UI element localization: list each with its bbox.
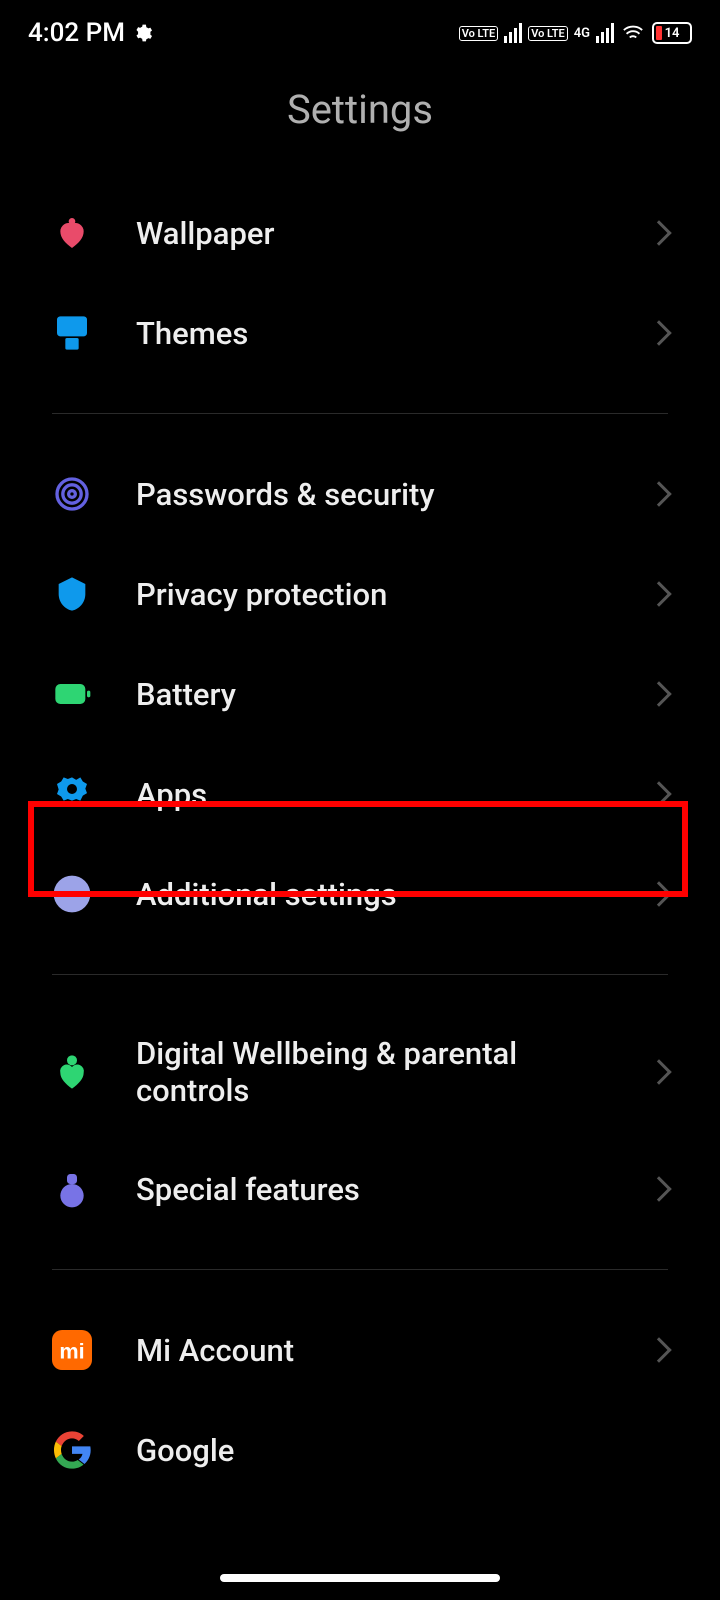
section-divider (52, 974, 668, 975)
settings-gear-icon (133, 23, 153, 43)
signal-bars-icon (504, 23, 522, 43)
settings-item-label: Additional settings (136, 876, 606, 913)
settings-item-additional[interactable]: Additional settings (52, 844, 668, 944)
settings-item-label: Battery (136, 676, 606, 713)
mi-logo-icon: mi (52, 1330, 92, 1370)
home-indicator[interactable] (220, 1574, 500, 1582)
wallpaper-icon (52, 213, 92, 253)
status-time: 4:02 PM (28, 18, 125, 48)
settings-item-label: Themes (136, 315, 606, 352)
chevron-right-icon (646, 320, 671, 345)
chevron-right-icon (646, 681, 671, 706)
settings-item-label: Passwords & security (136, 476, 606, 513)
status-bar: 4:02 PM Vo LTE Vo LTE 4G 14 (0, 0, 720, 56)
settings-item-label: Privacy protection (136, 576, 606, 613)
settings-item-privacy[interactable]: Privacy protection (52, 544, 668, 644)
settings-item-wellbeing[interactable]: Digital Wellbeing & parental controls (52, 1005, 668, 1139)
section-divider (52, 1269, 668, 1270)
network-type: 4G (574, 26, 590, 41)
chevron-right-icon (646, 1176, 671, 1201)
chevron-right-icon (646, 581, 671, 606)
chevron-right-icon (646, 481, 671, 506)
settings-item-battery[interactable]: Battery (52, 644, 668, 744)
settings-item-mi-account[interactable]: mi Mi Account (52, 1300, 668, 1400)
app-gear-icon (52, 774, 92, 814)
google-logo-icon (52, 1430, 92, 1470)
more-dots-icon (52, 874, 92, 914)
person-heart-icon (52, 1052, 92, 1092)
wifi-icon (620, 22, 646, 44)
flask-icon (52, 1169, 92, 1209)
svg-text:mi: mi (59, 1338, 84, 1363)
signal-bars-icon (596, 23, 614, 43)
volte-badge-icon: Vo LTE (459, 26, 499, 41)
shield-icon (52, 574, 92, 614)
battery-icon: 14 (652, 22, 692, 44)
settings-item-special[interactable]: Special features (52, 1139, 668, 1239)
page-title: Settings (0, 56, 720, 183)
settings-item-passwords[interactable]: Passwords & security (52, 444, 668, 544)
settings-item-label: Apps (136, 776, 606, 813)
settings-item-google[interactable]: Google (52, 1400, 668, 1500)
settings-item-label: Mi Account (136, 1332, 606, 1369)
status-bar-right: Vo LTE Vo LTE 4G 14 (459, 22, 692, 44)
fingerprint-icon (52, 474, 92, 514)
themes-icon (52, 313, 92, 353)
settings-item-label: Wallpaper (136, 215, 606, 252)
battery-level: 14 (654, 26, 690, 41)
status-bar-left: 4:02 PM (28, 18, 153, 48)
settings-item-wallpaper[interactable]: Wallpaper (52, 183, 668, 283)
chevron-right-icon (646, 1059, 671, 1084)
chevron-right-icon (646, 881, 671, 906)
settings-item-themes[interactable]: Themes (52, 283, 668, 383)
settings-list: Wallpaper Themes Passwords & security Pr… (0, 183, 720, 1500)
section-divider (52, 413, 668, 414)
volte-badge-icon: Vo LTE (528, 26, 568, 41)
battery-icon (52, 674, 92, 714)
settings-item-label: Google (136, 1432, 668, 1469)
chevron-right-icon (646, 1337, 671, 1362)
settings-item-label: Digital Wellbeing & parental controls (136, 1035, 606, 1109)
settings-item-label: Special features (136, 1171, 606, 1208)
settings-item-apps[interactable]: Apps (52, 744, 668, 844)
chevron-right-icon (646, 781, 671, 806)
chevron-right-icon (646, 220, 671, 245)
